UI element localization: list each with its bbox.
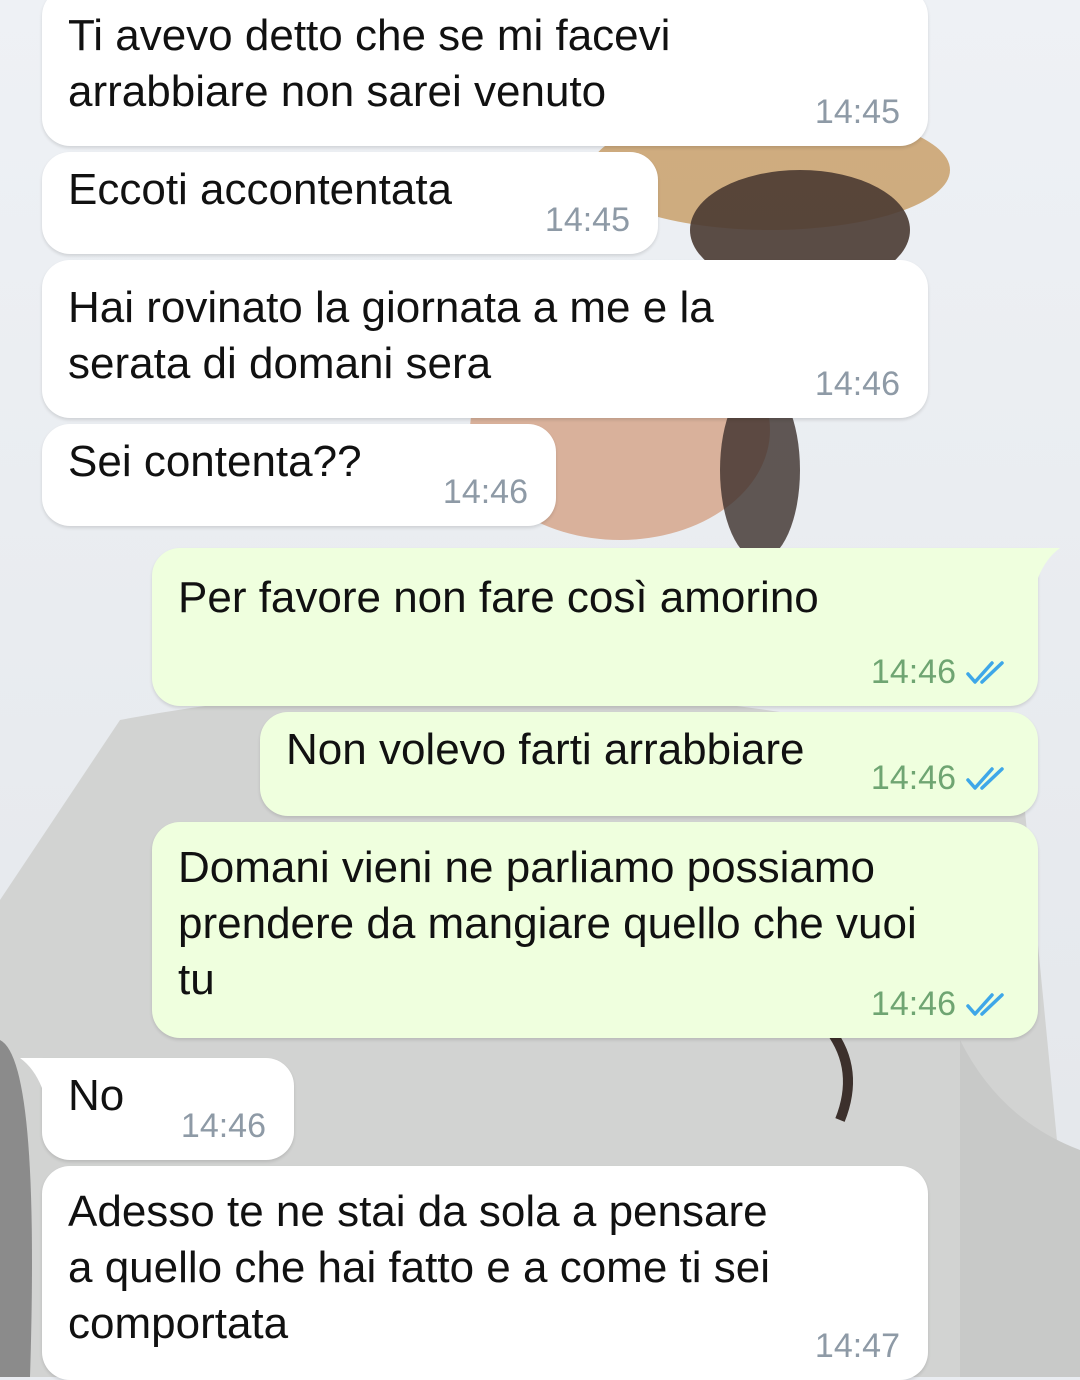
message-time: 14:46 [870, 985, 956, 1023]
message-text: Sei contenta?? [68, 437, 362, 486]
message-time: 14:46 [870, 653, 956, 691]
message-bubble-incoming[interactable]: Hai rovinato la giornata a me e la serat… [42, 260, 928, 418]
message-bubble-incoming[interactable]: Sei contenta?? 14:46 [42, 424, 556, 526]
message-meta: 14:46 [815, 365, 900, 404]
message-time: 14:47 [814, 1327, 900, 1365]
message-time: 14:46 [814, 365, 900, 403]
message-bubble-outgoing[interactable]: Per favore non fare così amorino 14:46 [152, 548, 1060, 706]
message-text: Eccoti accontentata [68, 165, 453, 214]
message-meta: 14:47 [815, 1327, 900, 1366]
message-text: Adesso te ne stai da sola a pensare a qu… [68, 1187, 770, 1348]
double-check-icon [966, 992, 1010, 1018]
message-time: 14:46 [442, 473, 528, 511]
message-text: Ti avevo detto che se mi facevi arrabbia… [68, 11, 671, 116]
message-bubble-outgoing[interactable]: Domani vieni ne parliamo possiamo prende… [152, 822, 1038, 1038]
message-meta: 14:46 [443, 473, 528, 512]
message-time: 14:45 [814, 93, 900, 131]
message-meta: 14:46 [181, 1107, 266, 1146]
message-text: Non volevo farti arrabbiare [286, 725, 805, 774]
bubble-tail [20, 1058, 60, 1098]
message-bubble-incoming[interactable]: Ti avevo detto che se mi facevi arrabbia… [42, 0, 928, 146]
message-time: 14:46 [180, 1107, 266, 1145]
message-meta: 14:46 [871, 759, 1010, 798]
message-text: Hai rovinato la giornata a me e la serat… [68, 283, 714, 388]
message-meta: 14:45 [545, 201, 630, 240]
message-bubble-incoming[interactable]: No 14:46 [20, 1058, 294, 1160]
message-text: No [68, 1071, 125, 1120]
double-check-icon [966, 766, 1010, 792]
bubble-tail [1020, 548, 1060, 588]
message-bubble-outgoing[interactable]: Non volevo farti arrabbiare 14:46 [260, 712, 1038, 816]
message-bubble-incoming[interactable]: Eccoti accontentata 14:45 [42, 152, 658, 254]
double-check-icon [966, 660, 1010, 686]
message-meta: 14:45 [815, 93, 900, 132]
message-time: 14:45 [544, 201, 630, 239]
message-time: 14:46 [870, 759, 956, 797]
message-text: Per favore non fare così amorino [178, 573, 819, 622]
message-bubble-incoming[interactable]: Adesso te ne stai da sola a pensare a qu… [42, 1166, 928, 1380]
message-meta: 14:46 [871, 653, 1010, 692]
message-text: Domani vieni ne parliamo possiamo prende… [178, 843, 917, 1004]
message-meta: 14:46 [871, 985, 1010, 1024]
